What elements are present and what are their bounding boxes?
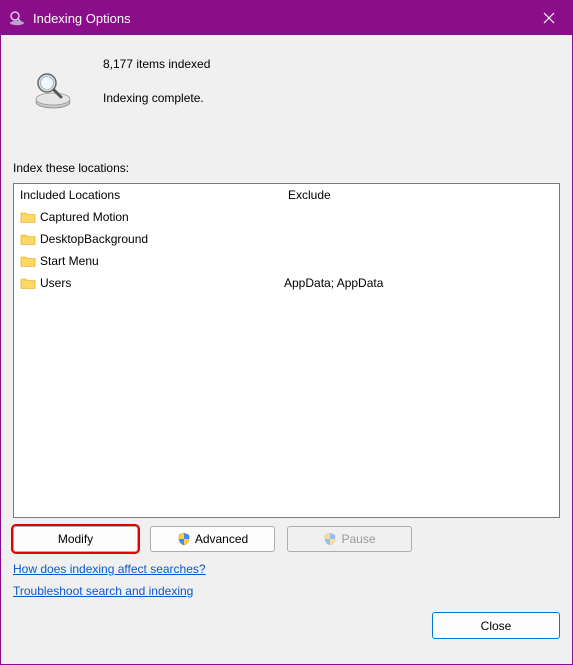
pause-button-label: Pause (341, 532, 375, 546)
advanced-button[interactable]: Advanced (150, 526, 275, 552)
status-row: 8,177 items indexed Indexing complete. (13, 51, 560, 111)
indexing-icon (9, 10, 25, 26)
folder-icon (20, 276, 36, 290)
close-window-button[interactable] (526, 1, 572, 35)
location-name: Start Menu (40, 254, 284, 268)
location-row[interactable]: Captured Motion (20, 206, 553, 228)
location-name: DesktopBackground (40, 232, 284, 246)
pause-button: Pause (287, 526, 412, 552)
folder-icon (20, 254, 36, 268)
help-links: How does indexing affect searches? Troub… (13, 562, 560, 606)
close-icon (543, 12, 555, 24)
column-included[interactable]: Included Locations (20, 188, 288, 202)
how-indexing-link[interactable]: How does indexing affect searches? (13, 562, 206, 576)
locations-header: Included Locations Exclude (14, 184, 559, 206)
location-row[interactable]: DesktopBackground (20, 228, 553, 250)
indexing-options-window: Indexing Options 8,177 items indexed (0, 0, 573, 665)
location-exclude: AppData; AppData (284, 276, 553, 290)
shield-icon (323, 532, 337, 546)
indexing-status-message: Indexing complete. (103, 91, 210, 105)
index-locations-label: Index these locations: (13, 161, 560, 175)
close-button-label: Close (481, 619, 512, 633)
titlebar: Indexing Options (1, 1, 572, 35)
modify-button[interactable]: Modify (13, 526, 138, 552)
column-exclude[interactable]: Exclude (288, 188, 553, 202)
location-name: Captured Motion (40, 210, 284, 224)
location-row[interactable]: UsersAppData; AppData (20, 272, 553, 294)
close-button[interactable]: Close (432, 612, 560, 639)
footer-row: Close (13, 612, 560, 639)
items-indexed-count: 8,177 items indexed (103, 57, 210, 71)
folder-icon (20, 210, 36, 224)
location-name: Users (40, 276, 284, 290)
folder-icon (20, 232, 36, 246)
magnifier-drive-icon (31, 69, 73, 111)
locations-list[interactable]: Included Locations Exclude Captured Moti… (13, 183, 560, 518)
location-row[interactable]: Start Menu (20, 250, 553, 272)
shield-icon (177, 532, 191, 546)
content-area: 8,177 items indexed Indexing complete. I… (1, 35, 572, 664)
advanced-button-label: Advanced (195, 532, 248, 546)
button-row: Modify Advanced (13, 526, 560, 552)
troubleshoot-link[interactable]: Troubleshoot search and indexing (13, 584, 193, 598)
window-title: Indexing Options (33, 11, 131, 26)
modify-button-label: Modify (58, 532, 93, 546)
